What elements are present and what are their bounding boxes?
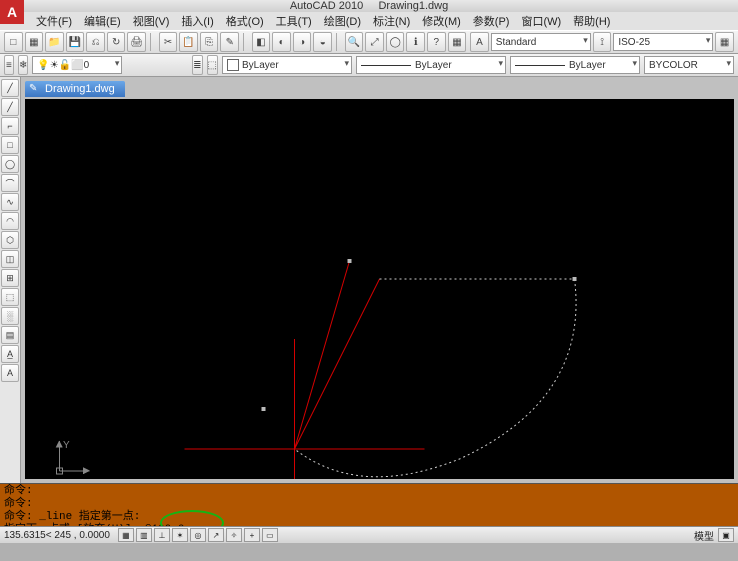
linetype-combo[interactable]: ByLayer — [356, 56, 506, 74]
print-icon[interactable]: 🖨 — [127, 32, 146, 52]
textstyle-combo[interactable]: Standard — [491, 33, 591, 51]
circle-icon[interactable]: ◯ — [1, 155, 19, 173]
b3-icon[interactable]: ◑ — [293, 32, 312, 52]
separator — [336, 33, 341, 51]
layerstate-combo[interactable]: 💡☀🔓⬜0 — [32, 56, 122, 74]
document-tab[interactable]: Drawing1.dwg — [25, 81, 125, 97]
help-icon[interactable]: ? — [427, 32, 446, 52]
grid-icon[interactable]: ▦ — [448, 32, 467, 52]
spline-icon[interactable]: ∿ — [1, 193, 19, 211]
separator — [150, 33, 155, 51]
dimstyle-combo[interactable]: ISO-25 — [613, 33, 713, 51]
ucs-y-label: Y — [63, 440, 70, 451]
cmd-line-2: 命令: — [4, 498, 734, 511]
drawing-wrapper: Drawing1.dwg — [21, 77, 738, 483]
new-icon[interactable]: □ — [4, 32, 23, 52]
cmd-line-1: 命令: — [4, 485, 734, 498]
region-icon[interactable]: A̲ — [1, 345, 19, 363]
ellipse-icon[interactable]: ◫ — [1, 250, 19, 268]
line-icon[interactable]: ╱ — [1, 79, 19, 97]
cmd-line-3: 命令: _line 指定第一点: — [4, 511, 734, 524]
hatch-icon[interactable]: ░ — [1, 307, 19, 325]
layermgr-icon[interactable]: ≡ — [4, 55, 14, 75]
polyline-icon[interactable]: ⌐ — [1, 117, 19, 135]
osnap-toggle[interactable]: ◎ — [190, 528, 206, 542]
b1-icon[interactable]: ◧ — [252, 32, 271, 52]
zoom-icon[interactable]: 🔍 — [345, 32, 364, 52]
textstyle-icon[interactable]: A — [470, 32, 489, 52]
menu-dim[interactable]: 标注(N) — [367, 11, 416, 31]
color-combo[interactable]: ByLayer — [222, 56, 352, 74]
pan-icon[interactable]: ⤢ — [365, 32, 384, 52]
standard-toolbar: □ ▦ 📁 💾 ⎌ ↻ 🖨 ✂ 📋 ⎘ ✎ ◧ ◐ ◑ ◒ 🔍 ⤢ ◯ ℹ ? … — [0, 30, 738, 54]
layer-toolbar: ≡ ❄ 💡☀🔓⬜0 ≣ ⬚ ByLayer ByLayer ByLayer BY… — [0, 54, 738, 77]
status-model[interactable]: 模型 — [694, 528, 714, 543]
otrack-toggle[interactable]: ↗ — [208, 528, 224, 542]
cut-icon[interactable]: ✂ — [159, 32, 178, 52]
menu-draw[interactable]: 绘图(D) — [318, 11, 367, 31]
layers-b-icon[interactable]: ⬚ — [207, 55, 218, 75]
info-icon[interactable]: ℹ — [406, 32, 425, 52]
ducs-toggle[interactable]: ✧ — [226, 528, 242, 542]
revcloud-icon[interactable]: ◠ — [1, 212, 19, 230]
gradient-icon[interactable]: ▤ — [1, 326, 19, 344]
status-bar: 135.6315< 245 , 0.0000 ▦ ▥ ⊥ ✶ ◎ ↗ ✧ + ▭… — [0, 526, 738, 543]
ortho-toggle[interactable]: ⊥ — [154, 528, 170, 542]
menu-help[interactable]: 帮助(H) — [567, 11, 616, 31]
plotstyle-combo[interactable]: BYCOLOR — [644, 56, 734, 74]
b4-icon[interactable]: ◒ — [313, 32, 332, 52]
rectangle-icon[interactable]: □ — [1, 136, 19, 154]
dyn-toggle[interactable]: + — [244, 528, 260, 542]
orbit-icon[interactable]: ◯ — [386, 32, 405, 52]
drawing-svg — [25, 99, 734, 479]
menu-window[interactable]: 窗口(W) — [515, 11, 567, 31]
open-icon[interactable]: 📁 — [45, 32, 64, 52]
separator — [243, 33, 248, 51]
match-icon[interactable]: ✎ — [220, 32, 239, 52]
layers-a-icon[interactable]: ≣ — [192, 55, 202, 75]
drawing-canvas[interactable]: Y — [25, 99, 734, 479]
paste-icon[interactable]: ⎘ — [200, 32, 219, 52]
text-icon[interactable]: A — [1, 364, 19, 382]
block-icon[interactable]: ⊞ — [1, 269, 19, 287]
redo-icon[interactable]: ↻ — [107, 32, 126, 52]
app-logo[interactable]: A — [0, 0, 24, 24]
lwt-toggle[interactable]: ▭ — [262, 528, 278, 542]
menu-param[interactable]: 参数(P) — [467, 11, 516, 31]
command-window[interactable]: 命令: 命令: 命令: _line 指定第一点: 指定下一点或 [放弃(U)]:… — [0, 483, 738, 526]
menu-view[interactable]: 视图(V) — [127, 11, 176, 31]
menu-insert[interactable]: 插入(I) — [175, 11, 219, 31]
snap-toggle[interactable]: ▦ — [118, 528, 134, 542]
copy-icon[interactable]: 📋 — [179, 32, 198, 52]
menu-edit[interactable]: 编辑(E) — [78, 11, 127, 31]
grid-toggle[interactable]: ▥ — [136, 528, 152, 542]
main-area: ╱ ╱ ⌐ □ ◯ ⌒ ∿ ◠ ⬡ ◫ ⊞ ⬚ ░ ▤ A̲ A Drawing… — [0, 77, 738, 483]
menu-tools[interactable]: 工具(T) — [270, 11, 318, 31]
xline-icon[interactable]: ╱ — [1, 98, 19, 116]
cmd-line-4: 指定下一点或 [放弃(U)]: @100,0 — [4, 524, 734, 526]
save-icon[interactable]: 💾 — [66, 32, 85, 52]
lineweight-combo[interactable]: ByLayer — [510, 56, 640, 74]
undo-icon[interactable]: ⎌ — [86, 32, 105, 52]
menu-file[interactable]: 文件(F) — [30, 11, 78, 31]
layout-nav[interactable]: ▣ — [718, 528, 734, 542]
dimstyle-icon[interactable]: ⟟ — [593, 32, 612, 52]
arc-icon[interactable]: ⌒ — [1, 174, 19, 192]
draw-toolbar: ╱ ╱ ⌐ □ ◯ ⌒ ∿ ◠ ⬡ ◫ ⊞ ⬚ ░ ▤ A̲ A — [0, 77, 21, 483]
sheet-icon[interactable]: ▦ — [25, 32, 44, 52]
tablestyle-icon[interactable]: ▦ — [715, 32, 734, 52]
menu-bar: 文件(F) 编辑(E) 视图(V) 插入(I) 格式(O) 工具(T) 绘图(D… — [0, 12, 738, 30]
b2-icon[interactable]: ◐ — [272, 32, 291, 52]
status-coords: 135.6315< 245 , 0.0000 — [4, 530, 110, 541]
polygon-icon[interactable]: ⬡ — [1, 231, 19, 249]
polar-toggle[interactable]: ✶ — [172, 528, 188, 542]
menu-format[interactable]: 格式(O) — [220, 11, 270, 31]
menu-modify[interactable]: 修改(M) — [416, 11, 467, 31]
layerfreeze-icon[interactable]: ❄ — [18, 55, 28, 75]
point-icon[interactable]: ⬚ — [1, 288, 19, 306]
